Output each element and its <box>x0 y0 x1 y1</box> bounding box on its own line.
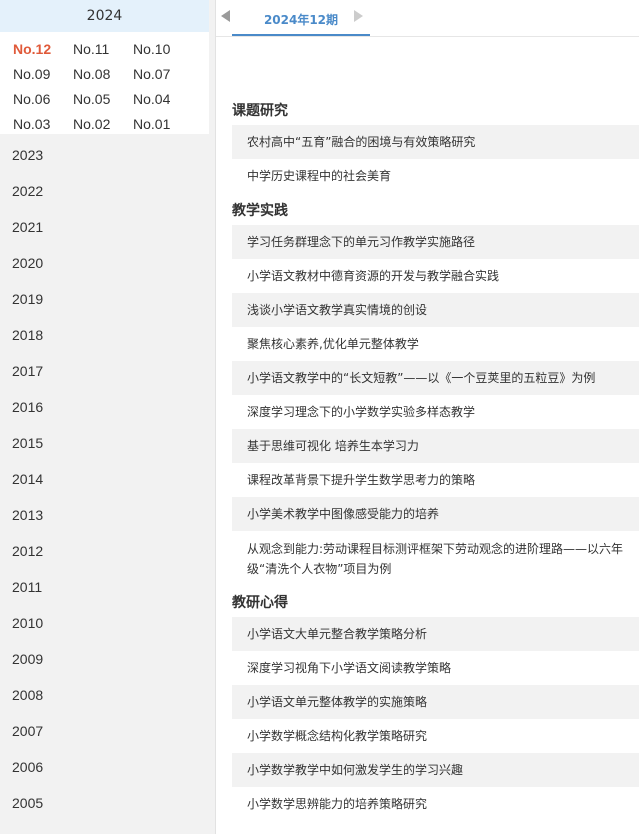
year-item[interactable]: 2006 <box>0 749 209 785</box>
year-item[interactable]: 2015 <box>0 425 209 461</box>
main-content: 2024年12期 课题研究农村高中“五育”融合的困境与有效策略研究 中学历史课程中… <box>216 0 639 834</box>
year-item[interactable]: 2008 <box>0 677 209 713</box>
issue-link[interactable]: No.06 <box>13 87 73 112</box>
issue-link[interactable]: No.01 <box>133 112 193 137</box>
article-link[interactable]: 中学历史课程中的社会美育 <box>232 159 639 193</box>
article-link[interactable]: 小学数学思辨能力的培养策略研究 <box>232 787 639 821</box>
article-link[interactable]: 农村高中“五育”融合的困境与有效策略研究 <box>232 125 639 159</box>
year-list: 2023 2022 2021 2020 2019 2018 2017 2016 2015 2014… <box>0 137 209 821</box>
article-section: 教研心得小学语文大单元整合教学策略分析 深度学习视角下小学语文阅读教学策略 小学语文… <box>232 590 639 821</box>
year-item[interactable]: 2018 <box>0 317 209 353</box>
year-issue-sidebar: 2024 No.12 No.11 No.10 No.09 No.08 No.07 No.06… <box>0 0 216 834</box>
year-item[interactable]: 2014 <box>0 461 209 497</box>
issue-link[interactable]: No.07 <box>133 62 193 87</box>
issue-link[interactable]: No.05 <box>73 87 133 112</box>
article-link[interactable]: 小学语文单元整体教学的实施策略 <box>232 685 639 719</box>
article-link[interactable]: 小学美术教学中图像感受能力的培养 <box>232 497 639 531</box>
section-title: 课题研究 <box>232 103 288 119</box>
year-item[interactable]: 2020 <box>0 245 209 281</box>
article-link[interactable]: 小学语文教学中的“长文短教”——以《一个豆荚里的五粒豆》为例 <box>232 361 639 395</box>
section-title: 教研心得 <box>232 595 288 611</box>
article-link[interactable]: 课程改革背景下提升学生数学思考力的策略 <box>232 463 639 497</box>
article-link[interactable]: 聚焦核心素养,优化单元整体教学 <box>232 327 639 361</box>
article-link[interactable]: 学习任务群理念下的单元习作教学实施路径 <box>232 225 639 259</box>
article-link[interactable]: 深度学习视角下小学语文阅读教学策略 <box>232 651 639 685</box>
year-item[interactable]: 2009 <box>0 641 209 677</box>
issue-link[interactable]: No.12 <box>13 37 73 62</box>
article-list: 课题研究农村高中“五育”融合的困境与有效策略研究 中学历史课程中的社会美育教学实践… <box>232 98 639 826</box>
issue-link[interactable]: No.04 <box>133 87 193 112</box>
issue-link[interactable]: No.10 <box>133 37 193 62</box>
issue-link[interactable]: No.09 <box>13 62 73 87</box>
year-item[interactable]: 2023 <box>0 137 209 173</box>
issue-row: No.12 No.11 No.10 <box>0 37 209 62</box>
article-link[interactable]: 小学语文教材中德育资源的开发与教学融合实践 <box>232 259 639 293</box>
current-year-header[interactable]: 2024 <box>0 0 209 32</box>
article-link[interactable]: 从观念到能力:劳动课程目标测评框架下劳动观念的进阶理路——以六年级“清洗个人衣物… <box>232 531 639 585</box>
year-item[interactable]: 2022 <box>0 173 209 209</box>
issue-link[interactable]: No.03 <box>13 112 73 137</box>
issue-tab-current[interactable]: 2024年12期 <box>232 0 370 36</box>
year-item[interactable]: 2007 <box>0 713 209 749</box>
article-section: 课题研究农村高中“五育”融合的困境与有效策略研究 中学历史课程中的社会美育 <box>232 98 639 193</box>
issue-link[interactable]: No.02 <box>73 112 133 137</box>
issue-row: No.03 No.02 No.01 <box>0 112 209 137</box>
article-link[interactable]: 基于思维可视化 培养生本学习力 <box>232 429 639 463</box>
issue-row: No.09 No.08 No.07 <box>0 62 209 87</box>
year-item[interactable]: 2013 <box>0 497 209 533</box>
article-link[interactable]: 小学数学概念结构化教学策略研究 <box>232 719 639 753</box>
year-item[interactable]: 2005 <box>0 785 209 821</box>
year-item[interactable]: 2019 <box>0 281 209 317</box>
year-item[interactable]: 2012 <box>0 533 209 569</box>
year-item[interactable]: 2010 <box>0 605 209 641</box>
year-item[interactable]: 2016 <box>0 389 209 425</box>
article-link[interactable]: 浅谈小学语文教学真实情境的创设 <box>232 293 639 327</box>
issue-link[interactable]: No.11 <box>73 37 133 62</box>
issue-tabs-bar: 2024年12期 <box>216 0 639 37</box>
year-item[interactable]: 2017 <box>0 353 209 389</box>
year-item[interactable]: 2021 <box>0 209 209 245</box>
article-link[interactable]: 深度学习理念下的小学数学实验多样态教学 <box>232 395 639 429</box>
article-link[interactable]: 小学语文大单元整合教学策略分析 <box>232 617 639 651</box>
issues-grid: No.12 No.11 No.10 No.09 No.08 No.07 No.06 No.05… <box>0 37 209 137</box>
prev-arrow-icon[interactable] <box>221 10 230 22</box>
section-title: 教学实践 <box>232 203 288 219</box>
next-arrow-icon[interactable] <box>354 10 363 22</box>
issue-link[interactable]: No.08 <box>73 62 133 87</box>
article-link[interactable]: 小学数学教学中如何激发学生的学习兴趣 <box>232 753 639 787</box>
current-year-panel: 2024 No.12 No.11 No.10 No.09 No.08 No.07 No.06… <box>0 0 209 134</box>
year-item[interactable]: 2011 <box>0 569 209 605</box>
article-section: 教学实践学习任务群理念下的单元习作教学实施路径 小学语文教材中德育资源的开发与教学… <box>232 198 639 585</box>
issue-row: No.06 No.05 No.04 <box>0 87 209 112</box>
